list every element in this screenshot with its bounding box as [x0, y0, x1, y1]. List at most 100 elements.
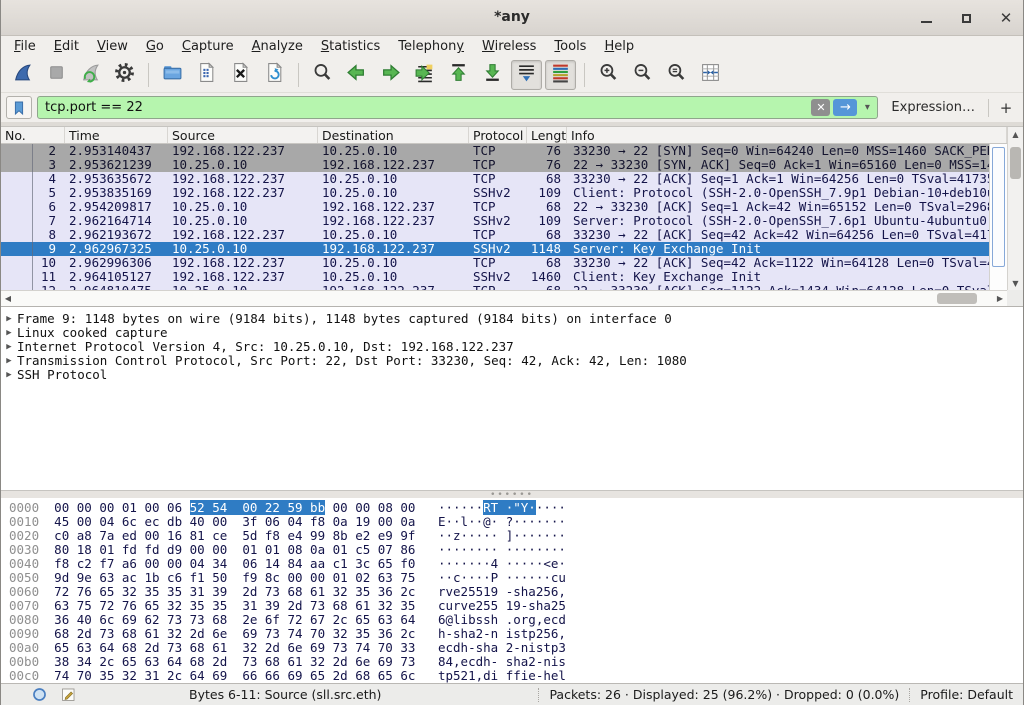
open-capture-file-button[interactable] [157, 60, 188, 90]
scroll-down-icon[interactable]: ▼ [1008, 276, 1023, 290]
scroll-right-icon[interactable]: ▶ [993, 291, 1007, 306]
menu-go[interactable]: Go [137, 37, 173, 56]
packet-list-vscrollbar[interactable]: ▲ ▼ [1007, 127, 1023, 290]
colorize-toggle-button[interactable] [545, 60, 576, 90]
capture-comment-button[interactable] [60, 686, 77, 703]
hex-row-0090[interactable]: 0090 68 2d 73 68 61 32 2d 6e 69 73 74 70… [9, 627, 1023, 641]
detail-row-1[interactable]: ▶Linux cooked capture [1, 326, 1023, 340]
expert-info-button[interactable] [31, 686, 48, 703]
column-header-time[interactable]: Time [65, 127, 168, 143]
hex-row-0080[interactable]: 0080 36 40 6c 69 62 73 73 68 2e 6f 72 67… [9, 613, 1023, 627]
detail-row-4[interactable]: ▶SSH Protocol [1, 368, 1023, 382]
hex-row-0050[interactable]: 0050 9d 9e 63 ac 1b c6 f1 50 f9 8c 00 00… [9, 571, 1023, 585]
start-capture-button[interactable] [7, 60, 38, 90]
packet-list-hscrollbar[interactable]: ◀ ▶ [1, 290, 1007, 306]
column-header-no[interactable]: No. [1, 127, 65, 143]
auto-scroll-toggle-button[interactable] [511, 60, 542, 90]
filter-history-dropdown[interactable]: ▾ [860, 99, 874, 116]
packet-row-7[interactable]: 72.96216471410.25.0.10192.168.122.237SSH… [1, 214, 989, 228]
go-to-last-packet-button[interactable] [477, 60, 508, 90]
hex-row-0010[interactable]: 0010 45 00 04 6c ec db 40 00 3f 06 04 f8… [9, 515, 1023, 529]
scroll-left-icon[interactable]: ◀ [1, 291, 15, 306]
expand-arrow-icon[interactable]: ▶ [1, 312, 17, 326]
packet-row-10[interactable]: 102.962996306192.168.122.23710.25.0.10TC… [1, 256, 989, 270]
hex-row-00c0[interactable]: 00c0 74 70 35 32 31 2c 64 69 66 66 69 65… [9, 669, 1023, 683]
menu-edit[interactable]: Edit [45, 37, 88, 56]
add-filter-button[interactable]: + [994, 97, 1018, 119]
filter-clear-button[interactable]: ✕ [811, 99, 830, 116]
packet-row-5[interactable]: 52.953835169192.168.122.23710.25.0.10SSH… [1, 186, 989, 200]
filter-bookmark-button[interactable] [6, 96, 32, 119]
go-forward-button[interactable] [375, 60, 406, 90]
hex-row-0000[interactable]: 0000 00 00 00 01 00 06 52 54 00 22 59 bb… [9, 501, 1023, 515]
vscrollbar-thumb[interactable] [1010, 147, 1021, 179]
intelligent-scrollbar[interactable] [989, 144, 1007, 290]
clear-icon: ✕ [816, 101, 825, 114]
hex-row-0060[interactable]: 0060 72 76 65 32 35 35 31 39 2d 73 68 61… [9, 585, 1023, 599]
expand-arrow-icon[interactable]: ▶ [1, 354, 17, 368]
packet-list-pane: No.TimeSourceDestinationProtocolLengthIn… [1, 127, 1023, 306]
minimap-thumb[interactable] [992, 147, 1005, 267]
hex-row-0070[interactable]: 0070 63 75 72 76 65 32 35 35 31 39 2d 73… [9, 599, 1023, 613]
menu-file[interactable]: File [5, 37, 45, 56]
detail-row-2[interactable]: ▶Internet Protocol Version 4, Src: 10.25… [1, 340, 1023, 354]
packet-row-8[interactable]: 82.962193672192.168.122.23710.25.0.10TCP… [1, 228, 989, 242]
packet-row-6[interactable]: 62.95420981710.25.0.10192.168.122.237TCP… [1, 200, 989, 214]
menu-help[interactable]: Help [595, 37, 643, 56]
expand-arrow-icon[interactable]: ▶ [1, 326, 17, 340]
column-header-info[interactable]: Info [567, 127, 1007, 143]
display-filter-input[interactable]: tcp.port == 22 ✕ → ▾ [37, 96, 878, 119]
detail-row-3[interactable]: ▶Transmission Control Protocol, Src Port… [1, 354, 1023, 368]
hex-row-0020[interactable]: 0020 c0 a8 7a ed 00 16 81 ce 5d f8 e4 99… [9, 529, 1023, 543]
go-to-packet-button[interactable] [409, 60, 440, 90]
close-capture-file-button[interactable] [225, 60, 256, 90]
save-capture-file-button[interactable] [191, 60, 222, 90]
go-to-first-packet-button[interactable] [443, 60, 474, 90]
go-back-button[interactable] [341, 60, 372, 90]
zoom-reset-button[interactable] [661, 60, 692, 90]
column-header-length[interactable]: Length [527, 127, 567, 143]
pane-splitter[interactable]: •••••• [1, 490, 1023, 498]
hex-row-0040[interactable]: 0040 f8 c2 f7 a6 00 00 04 34 06 14 84 aa… [9, 557, 1023, 571]
capture-options-button[interactable] [109, 60, 140, 90]
hscrollbar-thumb[interactable] [937, 293, 977, 304]
restart-capture-button[interactable] [75, 60, 106, 90]
close-button[interactable]: ✕ [997, 9, 1015, 27]
packet-row-3[interactable]: 32.95362123910.25.0.10192.168.122.237TCP… [1, 158, 989, 172]
menu-statistics[interactable]: Statistics [312, 37, 389, 56]
minimize-button[interactable] [917, 9, 935, 27]
maximize-button[interactable] [957, 9, 975, 27]
stop-capture-button[interactable] [41, 60, 72, 90]
menu-analyze[interactable]: Analyze [243, 37, 312, 56]
menu-tools[interactable]: Tools [545, 37, 595, 56]
menu-capture[interactable]: Capture [173, 37, 243, 56]
detail-row-0[interactable]: ▶Frame 9: 1148 bytes on wire (9184 bits)… [1, 312, 1023, 326]
resize-columns-button[interactable] [695, 60, 726, 90]
packet-row-2[interactable]: 22.953140437192.168.122.23710.25.0.10TCP… [1, 144, 989, 158]
packet-row-9[interactable]: 92.96296732510.25.0.10192.168.122.237SSH… [1, 242, 989, 256]
profile-text[interactable]: Profile: Default [920, 687, 1013, 702]
hex-row-00b0[interactable]: 00b0 38 34 2c 65 63 64 68 2d 73 68 61 32… [9, 655, 1023, 669]
packet-row-11[interactable]: 112.964105127192.168.122.23710.25.0.10SS… [1, 270, 989, 284]
hex-row-0030[interactable]: 0030 80 18 01 fd fd d9 00 00 01 01 08 0a… [9, 543, 1023, 557]
menu-telephony[interactable]: Telephony [389, 37, 473, 56]
menu-view[interactable]: View [88, 37, 137, 56]
reload-capture-file-button[interactable] [259, 60, 290, 90]
scroll-up-icon[interactable]: ▲ [1008, 127, 1023, 141]
find-packet-button[interactable] [307, 60, 338, 90]
cell-len: 109 [527, 214, 567, 228]
expand-arrow-icon[interactable]: ▶ [1, 340, 17, 354]
cell-no: 6 [1, 200, 65, 214]
filter-apply-button[interactable]: → [833, 99, 857, 116]
column-header-source[interactable]: Source [168, 127, 318, 143]
hex-row-00a0[interactable]: 00a0 65 63 64 68 2d 73 68 61 32 2d 6e 69… [9, 641, 1023, 655]
zoom-out-button[interactable] [627, 60, 658, 90]
menu-wireless[interactable]: Wireless [473, 37, 545, 56]
column-header-destination[interactable]: Destination [318, 127, 469, 143]
column-header-protocol[interactable]: Protocol [469, 127, 527, 143]
packet-row-4[interactable]: 42.953635672192.168.122.23710.25.0.10TCP… [1, 172, 989, 186]
packet-list-header: No.TimeSourceDestinationProtocolLengthIn… [1, 127, 1007, 144]
expression-button[interactable]: Expression… [883, 100, 983, 115]
expand-arrow-icon[interactable]: ▶ [1, 368, 17, 382]
zoom-in-button[interactable] [593, 60, 624, 90]
